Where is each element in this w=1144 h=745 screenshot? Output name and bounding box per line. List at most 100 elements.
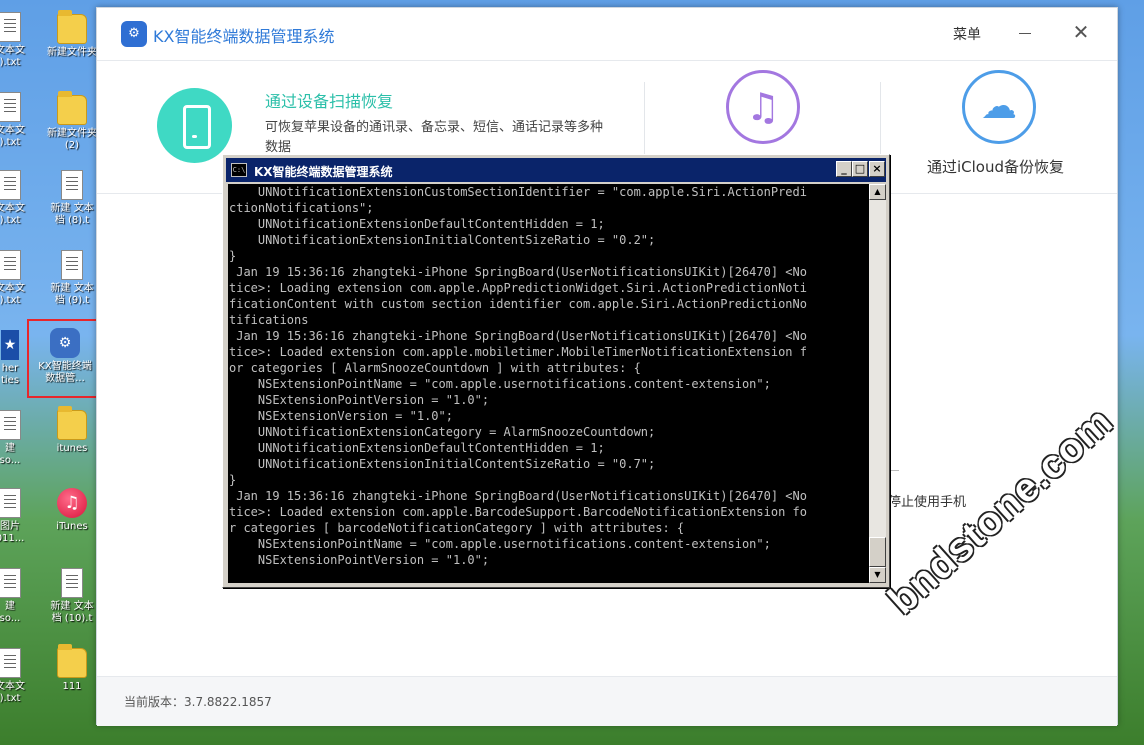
desktop-icon-itunes-app[interactable]: ♫ iTunes [40, 488, 104, 533]
desktop-icon-label: 建 so... [0, 601, 21, 624]
scroll-thumb[interactable] [869, 537, 886, 567]
star-icon: ★ [1, 330, 19, 360]
menu-button[interactable]: 菜单 [953, 24, 981, 44]
desktop-icon-image[interactable]: 图片 011... [0, 488, 42, 545]
console-output[interactable]: UNNotificationExtensionCustomSectionIden… [228, 184, 869, 583]
phone-icon[interactable] [157, 88, 232, 163]
desktop-icon-label: 新建 文本 档 (9).t [50, 283, 94, 306]
console-window: C:\ KX智能终端数据管理系统 _ □ × UNNotificationExt… [222, 154, 890, 588]
itunes-icon: ♫ [57, 488, 87, 518]
console-line: NSExtensionPointName = "com.apple.userno… [229, 377, 771, 391]
app-footer: 当前版本：3.7.8822.1857 [97, 676, 1117, 726]
desktop-icon-text-file[interactable]: 文本文 ).txt [0, 648, 42, 705]
divider [97, 60, 1117, 61]
desktop-icon-label: 文本文 ).txt [0, 125, 25, 148]
app-title: KX智能终端数据管理系统 [153, 27, 335, 46]
text-file-icon [0, 648, 21, 678]
desktop-icon-text-file[interactable]: 文本文 ).txt [0, 170, 42, 227]
app-logo-icon: ⚙ [121, 21, 147, 47]
desktop-icon-text-file[interactable]: 文本文 ).txt [0, 12, 42, 69]
minimize-icon[interactable] [1015, 23, 1035, 43]
scroll-up-icon[interactable]: ▲ [869, 184, 886, 200]
console-line: ficationContent with custom section iden… [229, 297, 807, 311]
image-file-icon [0, 488, 21, 518]
desktop-icon-label: 文本文 ).txt [0, 681, 25, 704]
console-line: NSExtensionPointVersion = "1.0"; [229, 553, 490, 567]
scan-recovery-title[interactable]: 通过设备扫描恢复 [265, 88, 393, 112]
console-line: UNNotificationExtensionDefaultContentHid… [229, 441, 605, 455]
desktop-icon-label: 新建 文本 档 (8).t [50, 203, 94, 226]
text-file-icon [61, 250, 83, 280]
desktop-icon-label: 新建文件夹 (2) [47, 128, 97, 151]
console-line: or categories [ AlarmSnoozeCountdown ] w… [229, 361, 641, 375]
folder-icon [57, 644, 87, 678]
console-titlebar[interactable]: C:\ KX智能终端数据管理系统 _ □ × [226, 158, 886, 182]
text-file-icon [0, 250, 21, 280]
console-title: KX智能终端数据管理系统 [254, 165, 393, 179]
console-line: UNNotificationExtensionDefaultContentHid… [229, 217, 605, 231]
cloud-icon[interactable]: ☁ [962, 70, 1036, 144]
desktop-icon-label: 图片 011... [0, 521, 25, 544]
console-line: NSExtensionPointName = "com.apple.userno… [229, 537, 771, 551]
console-line: UNNotificationExtensionInitialContentSiz… [229, 457, 656, 471]
desktop-icon-label: 文本文 ).txt [0, 203, 25, 226]
desktop-icon-new-folder-2[interactable]: 新建文件夹 (2) [40, 91, 104, 152]
desktop-icon-text-file[interactable]: 文本文 ).txt [0, 92, 42, 149]
console-line: UNNotificationExtensionCustomSectionIden… [229, 185, 807, 199]
console-line: UNNotificationExtensionInitialContentSiz… [229, 233, 656, 247]
console-line: r categories [ barcodeNotificationCatego… [229, 521, 685, 535]
scroll-down-icon[interactable]: ▼ [869, 567, 886, 583]
desktop-icon-label: itunes [56, 443, 88, 454]
console-line: } [229, 473, 237, 487]
highlight-box [27, 319, 102, 398]
text-file-icon [0, 92, 21, 122]
console-minimize-button[interactable]: _ [836, 161, 852, 177]
desktop-icon-label: 文本文 ).txt [0, 283, 25, 306]
cmd-icon: C:\ [231, 163, 247, 177]
desktop-icon-label: 新建 文本 档 (10).t [50, 601, 94, 624]
close-icon[interactable]: ✕ [1070, 21, 1092, 43]
desktop-icon-label: iTunes [56, 521, 88, 532]
console-line: tice>: Loading extension com.apple.AppPr… [229, 281, 807, 295]
console-line: tifications [229, 313, 309, 327]
console-line: NSExtensionVersion = "1.0"; [229, 409, 453, 423]
icloud-recovery-label[interactable]: 通过iCloud备份恢复 [927, 156, 1064, 177]
text-file-icon [61, 170, 83, 200]
desktop-icon-label: 建 so... [0, 443, 21, 466]
text-file-icon [0, 568, 21, 598]
folder-icon [57, 91, 87, 125]
console-line: Jan 19 15:36:16 zhangteki-iPhone SpringB… [229, 489, 807, 503]
desktop-icon-label: her ties [0, 363, 20, 386]
desktop-icon-text-file-8[interactable]: 新建 文本 档 (8).t [40, 170, 104, 227]
desktop-icon-itunes-folder[interactable]: itunes [40, 406, 104, 455]
text-file-icon [0, 170, 21, 200]
desktop-icon-text-file[interactable]: 文本文 ).txt [0, 250, 42, 307]
text-file-icon [0, 12, 21, 42]
version-text: 当前版本：3.7.8822.1857 [124, 695, 272, 709]
desktop-icon-label: 111 [62, 681, 82, 692]
console-scrollbar[interactable]: ▲ ▼ [869, 184, 886, 583]
console-line: ctionNotifications"; [229, 201, 374, 215]
desktop-icon-text-file[interactable]: 建 so... [0, 568, 42, 625]
desktop-icon-text-file-10[interactable]: 新建 文本 档 (10).t [40, 568, 104, 625]
music-note-icon[interactable]: ♫ [726, 70, 800, 144]
console-line: NSExtensionPointVersion = "1.0"; [229, 393, 490, 407]
console-line: UNNotificationExtensionCategory = AlarmS… [229, 425, 656, 439]
console-maximize-button[interactable]: □ [852, 161, 868, 177]
text-file-icon [0, 410, 21, 440]
console-line: Jan 19 15:36:16 zhangteki-iPhone SpringB… [229, 329, 807, 343]
desktop-icon-text-file[interactable]: 建 so... [0, 410, 42, 467]
folder-icon [57, 10, 87, 44]
desktop-icon-new-folder[interactable]: 新建文件夹 [40, 10, 104, 59]
desktop-icon-label: 新建文件夹 [47, 47, 97, 58]
desktop-icon-text-file-9[interactable]: 新建 文本 档 (9).t [40, 250, 104, 307]
app-titlebar[interactable]: ⚙ KX智能终端数据管理系统 菜单 ✕ [97, 8, 1117, 60]
desktop-icon-folder-111[interactable]: 111 [40, 644, 104, 693]
folder-icon [57, 406, 87, 440]
console-line: tice>: Loaded extension com.apple.Barcod… [229, 505, 807, 519]
console-line: } [229, 249, 237, 263]
divider [889, 470, 899, 471]
scan-recovery-description: 可恢复苹果设备的通讯录、备忘录、短信、通话记录等多种数据 [265, 120, 604, 155]
console-close-button[interactable]: × [869, 161, 885, 177]
console-text: UNNotificationExtensionCustomSectionIden… [228, 184, 869, 568]
